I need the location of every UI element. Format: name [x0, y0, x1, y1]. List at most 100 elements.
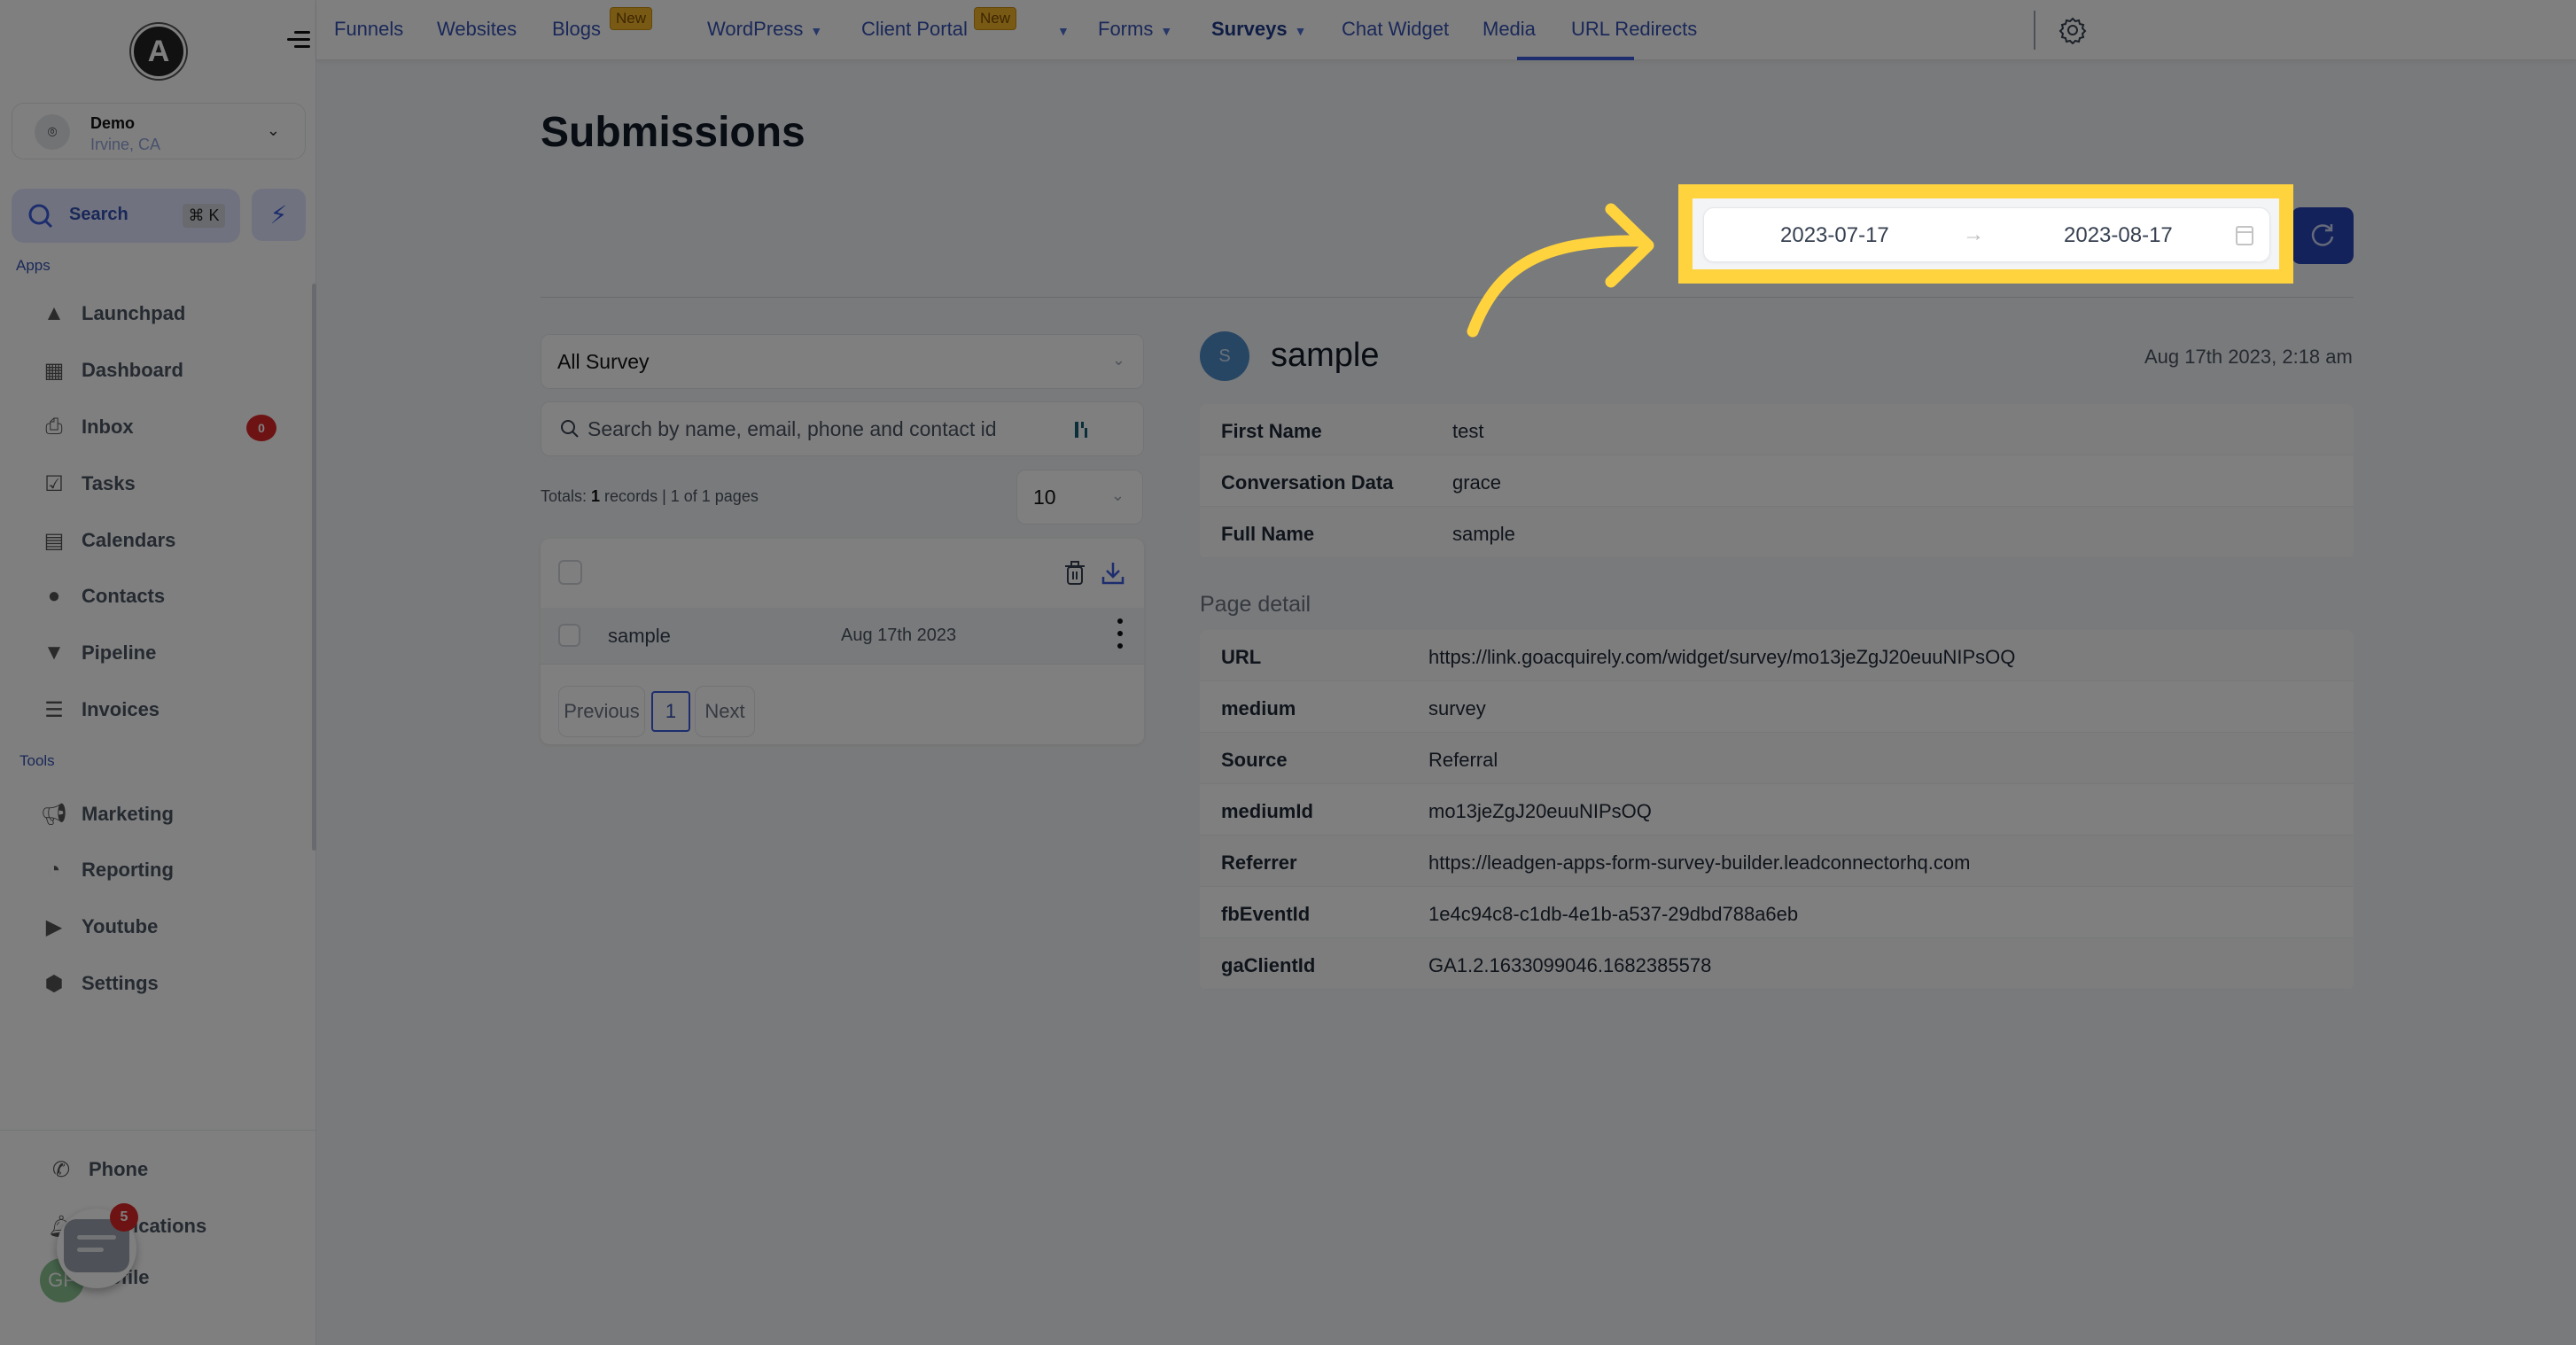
sidebar-scrollbar[interactable]	[312, 284, 316, 851]
download-icon[interactable]	[1101, 560, 1125, 587]
chat-widget-button[interactable]: 5	[57, 1203, 138, 1288]
page-detail-heading: Page detail	[1200, 592, 1311, 617]
scan-icon[interactable]	[1073, 420, 1091, 439]
survey-filter-select[interactable]: All Survey ⌄	[541, 334, 1144, 389]
submission-avatar: S	[1200, 331, 1249, 381]
more-options-icon[interactable]	[1115, 617, 1125, 652]
submission-row[interactable]: sample Aug 17th 2023	[541, 608, 1144, 665]
sidebar-item-pipeline[interactable]: ▼ Pipeline	[39, 635, 296, 671]
account-switcher[interactable]: ⌾ Demo Irvine, CA ⌄	[12, 103, 306, 159]
megaphone-icon: 📢︎	[40, 802, 68, 827]
tab-funnels[interactable]: Funnels	[334, 18, 403, 41]
trash-icon[interactable]	[1063, 560, 1086, 587]
new-badge: New	[610, 7, 653, 30]
list-header	[541, 539, 1144, 608]
arrow-right-icon: →	[1963, 222, 1984, 246]
sidebar-item-launchpad[interactable]: ▲ Launchpad	[39, 296, 296, 331]
tab-client-portal[interactable]: Client Portal	[861, 18, 968, 41]
page-detail-fields: URL https://link.goacquirely.com/widget/s…	[1200, 630, 2354, 990]
sidebar-item-settings[interactable]: ⬢ Settings	[39, 966, 296, 1001]
location-pin-icon: ⌾	[35, 114, 70, 150]
top-navigation: Funnels Websites Blogs New WordPress ▼ Cl…	[316, 0, 2576, 60]
submission-search[interactable]	[541, 401, 1144, 456]
field-row: Full Name sample	[1200, 507, 2354, 558]
submission-title: sample	[1271, 337, 1380, 374]
chevron-down-icon: ⌄	[1111, 351, 1125, 369]
sidebar-item-invoices[interactable]: ☰ Invoices	[39, 692, 296, 727]
sidebar-item-dashboard[interactable]: ▦ Dashboard	[39, 353, 296, 388]
tab-chat-widget[interactable]: Chat Widget	[1342, 18, 1449, 41]
sidebar-item-reporting[interactable]: ◔ Reporting	[39, 852, 296, 888]
field-row: Conversation Data grace	[1200, 455, 2354, 507]
app-logo[interactable]: A	[131, 24, 186, 79]
page-detail-row: gaClientId GA1.2.1633099046.1682385578	[1200, 938, 2354, 990]
client-portal-dropdown[interactable]: ▼	[1050, 18, 1070, 41]
select-all-checkbox[interactable]	[558, 560, 582, 585]
tab-media[interactable]: Media	[1483, 18, 1536, 41]
tab-surveys[interactable]: Surveys ▼	[1211, 18, 1306, 41]
chevron-down-icon: ▼	[1057, 24, 1070, 38]
search-label: Search	[69, 205, 128, 224]
tools-section-label: Tools	[19, 752, 55, 769]
collapse-sidebar-icon[interactable]	[287, 28, 310, 51]
sidebar-search-button[interactable]: Search ⌘ K	[12, 189, 240, 243]
submission-name: sample	[608, 625, 671, 647]
chat-unread-badge: 5	[110, 1203, 138, 1232]
row-checkbox[interactable]	[558, 624, 580, 647]
refresh-icon	[2311, 224, 2334, 246]
search-icon	[28, 204, 53, 229]
quick-actions-bolt-icon[interactable]: ⚡︎	[252, 189, 306, 241]
sidebar-item-youtube[interactable]: ▶ Youtube	[39, 909, 296, 945]
submission-date: Aug 17th 2023	[841, 626, 957, 645]
page-detail-row: medium survey	[1200, 681, 2354, 733]
page-detail-row: Source Referral	[1200, 733, 2354, 784]
clipboard-check-icon: ☑	[44, 471, 64, 496]
sidebar-item-phone[interactable]: ✆ Phone	[46, 1152, 303, 1187]
header-divider	[541, 297, 2354, 298]
nav-divider	[2034, 11, 2035, 50]
account-name: Demo	[90, 114, 136, 132]
calendar-icon[interactable]	[2236, 226, 2253, 245]
youtube-icon: ▶	[45, 914, 63, 939]
page-size-select[interactable]: 10 ⌄	[1016, 470, 1143, 525]
date-range-picker[interactable]: 2023-07-17 → 2023-08-17	[1703, 207, 2270, 262]
search-shortcut: ⌘ K	[183, 204, 225, 228]
gear-icon[interactable]	[2058, 16, 2087, 44]
tab-websites[interactable]: Websites	[437, 18, 517, 41]
submission-timestamp: Aug 17th 2023, 2:18 am	[2144, 346, 2353, 368]
refresh-button[interactable]	[2292, 207, 2354, 264]
page-title: Submissions	[541, 109, 805, 156]
phone-icon: ✆	[51, 1157, 71, 1182]
user-icon: ●	[47, 584, 61, 608]
chevron-down-icon: ▼	[1294, 24, 1307, 38]
next-page-button[interactable]: Next	[695, 686, 755, 737]
page-detail-row: mediumId mo13jeZgJ20euuNIPsOQ	[1200, 784, 2354, 836]
previous-page-button[interactable]: Previous	[558, 686, 645, 737]
page-1-button[interactable]: 1	[651, 691, 690, 732]
sidebar-item-contacts[interactable]: ● Contacts	[39, 579, 296, 614]
submissions-list: sample Aug 17th 2023 Previous 1 Next	[541, 539, 1144, 744]
sidebar-item-tasks[interactable]: ☑ Tasks	[39, 466, 296, 501]
funnel-icon: ▼	[43, 641, 65, 665]
sidebar: A ⌾ Demo Irvine, CA ⌄ Search ⌘ K ⚡︎ Apps…	[0, 0, 316, 1345]
end-date[interactable]: 2023-08-17	[2064, 223, 2173, 248]
chevron-down-icon: ▼	[810, 24, 823, 38]
tab-forms[interactable]: Forms ▼	[1098, 18, 1172, 41]
sidebar-divider	[0, 1130, 316, 1131]
page-detail-row: URL https://link.goacquirely.com/widget/s…	[1200, 630, 2354, 681]
search-input[interactable]	[588, 411, 1084, 447]
sidebar-item-marketing[interactable]: 📢︎ Marketing	[39, 797, 296, 832]
inbox-count-badge: 0	[246, 415, 276, 441]
page-detail-row: Referrer https://leadgen-apps-form-survey…	[1200, 836, 2354, 887]
dashboard-icon: ▦	[43, 358, 65, 383]
sidebar-item-calendars[interactable]: ▤ Calendars	[39, 523, 296, 558]
tab-blogs[interactable]: Blogs	[552, 18, 601, 41]
apps-section-label: Apps	[16, 257, 51, 274]
tab-wordpress[interactable]: WordPress ▼	[707, 18, 822, 41]
chevron-down-icon: ⌄	[1110, 486, 1125, 504]
chevron-down-icon: ⌄	[266, 121, 280, 139]
start-date[interactable]: 2023-07-17	[1780, 223, 1889, 248]
account-location: Irvine, CA	[90, 136, 161, 153]
submission-fields: First Name test Conversation Data grace Fu…	[1200, 404, 2354, 558]
tab-url-redirects[interactable]: URL Redirects	[1571, 18, 1697, 41]
